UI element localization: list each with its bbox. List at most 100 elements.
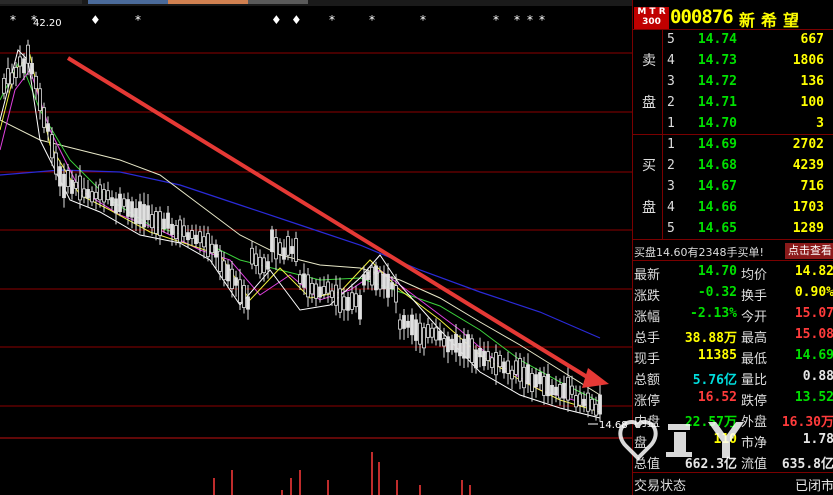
kline-chart-area[interactable]: * * ♦ * ♦ ♦ * * * * * * * 42.20 14.68 — [0, 0, 632, 495]
event-marker: ♦ — [90, 13, 101, 27]
candle-body — [106, 190, 110, 201]
candle-body — [38, 88, 42, 112]
candle-body — [246, 296, 250, 310]
candle-body — [162, 218, 166, 230]
candle-body — [598, 394, 602, 415]
stat-label: 涨跌 — [634, 289, 661, 304]
buy-row-2[interactable]: 2 14.68 4239 — [663, 156, 833, 177]
event-marker: * — [329, 13, 335, 27]
stat-row: 涨停 16.52 跌停 13.52 — [633, 388, 833, 409]
stock-title-row: M T R 300 000876 新希望 — [633, 4, 833, 30]
candle-body — [410, 314, 414, 336]
candle-body — [62, 173, 66, 199]
candle-body — [262, 257, 266, 274]
ma-green-line — [0, 58, 601, 403]
buy-price: 14.66 — [697, 200, 737, 215]
candle-body — [22, 58, 26, 74]
candle-body — [238, 279, 242, 303]
candle-body — [386, 273, 390, 298]
event-marker: * — [527, 13, 533, 27]
event-marker: * — [514, 13, 520, 27]
stat-value: 0.90% — [794, 285, 833, 300]
watermark-logo — [618, 419, 744, 461]
candle-body — [542, 376, 546, 396]
candle-body — [490, 357, 494, 368]
event-marker: * — [369, 13, 375, 27]
candle-body — [110, 197, 114, 207]
candle-body — [198, 231, 202, 244]
candle-body — [182, 225, 186, 237]
view-detail-button[interactable]: 点击查看 — [785, 243, 833, 259]
buy-row-5[interactable]: 5 14.65 1289 — [663, 219, 833, 240]
stat-value: 5.76亿 — [692, 373, 737, 388]
buy-level: 5 — [667, 221, 675, 236]
candle-body — [226, 264, 230, 282]
candle-body — [494, 352, 498, 376]
stat-label: 总额 — [634, 373, 661, 388]
candle-body — [178, 219, 182, 243]
buy-volume: 1289 — [792, 221, 824, 236]
sell-row-2[interactable]: 2 14.71 100 — [663, 93, 833, 114]
buy-level: 2 — [667, 158, 675, 173]
sell-volume: 3 — [816, 116, 824, 131]
candle-body — [330, 290, 334, 298]
sell-row-5[interactable]: 5 14.74 667 — [663, 30, 833, 51]
candle-body — [306, 274, 310, 298]
candle-body — [326, 281, 330, 294]
candle-body — [66, 170, 70, 187]
sell-level: 3 — [667, 74, 675, 89]
event-marker: ♦ — [271, 13, 282, 27]
candle-body — [374, 265, 378, 291]
candle-body — [442, 338, 446, 347]
sell-orderbook: 卖 盘 5 14.74 667 4 14.73 1806 3 14.72 136 2 14.71 10… — [633, 30, 833, 135]
candle-body — [362, 274, 366, 286]
sell-volume: 1806 — [792, 53, 824, 68]
candle-body — [54, 152, 58, 175]
stat-value: 11385 — [697, 348, 737, 363]
event-marker: * — [10, 13, 16, 27]
candle-body — [566, 376, 570, 401]
sell-row-3[interactable]: 3 14.72 136 — [663, 72, 833, 93]
candle-body — [562, 382, 566, 399]
stat-label: 最高 — [741, 331, 768, 346]
candle-body — [390, 282, 394, 290]
candle-body — [114, 198, 118, 214]
buy-level: 4 — [667, 200, 675, 215]
candle-body — [158, 211, 162, 236]
stat-label: 换手 — [741, 289, 768, 304]
sell-row-4[interactable]: 4 14.73 1806 — [663, 51, 833, 72]
notice-text: 买盘14.60有2348手买单! — [634, 246, 764, 259]
candle-body — [506, 360, 510, 374]
sell-row-1[interactable]: 1 14.70 3 — [663, 114, 833, 135]
candle-body — [558, 384, 562, 399]
candle-body — [398, 319, 402, 330]
candle-body — [190, 230, 194, 239]
stat-value: 13.52 — [794, 390, 833, 405]
candle-body — [74, 181, 78, 189]
buy-row-3[interactable]: 3 14.67 716 — [663, 177, 833, 198]
sell-side-label: 卖 盘 — [633, 30, 663, 134]
candle-body — [278, 242, 282, 255]
candle-body — [546, 373, 550, 397]
stat-label: 均价 — [741, 268, 768, 283]
buy-side-label: 买 盘 — [633, 135, 663, 239]
candle-body — [186, 232, 190, 241]
candle-body — [150, 214, 154, 229]
buy-row-4[interactable]: 4 14.66 1703 — [663, 198, 833, 219]
buy-price: 14.69 — [697, 137, 737, 152]
stat-label: 量比 — [741, 373, 768, 388]
sell-level: 2 — [667, 95, 675, 110]
candle-body — [170, 223, 174, 235]
ma-long-line — [0, 169, 601, 339]
candle-body — [530, 373, 534, 393]
stat-value: 14.70 — [697, 264, 737, 279]
candle-body — [174, 225, 178, 239]
candle-body — [18, 56, 22, 67]
stat-row: 现手 11385 最低 14.69 — [633, 346, 833, 367]
candle-body — [346, 297, 350, 311]
candle-body — [134, 208, 138, 224]
candle-body — [310, 282, 314, 295]
candle-body — [590, 398, 594, 411]
buy-row-1[interactable]: 1 14.69 2702 — [663, 135, 833, 156]
mtr300-badge: M T R 300 — [634, 7, 669, 29]
